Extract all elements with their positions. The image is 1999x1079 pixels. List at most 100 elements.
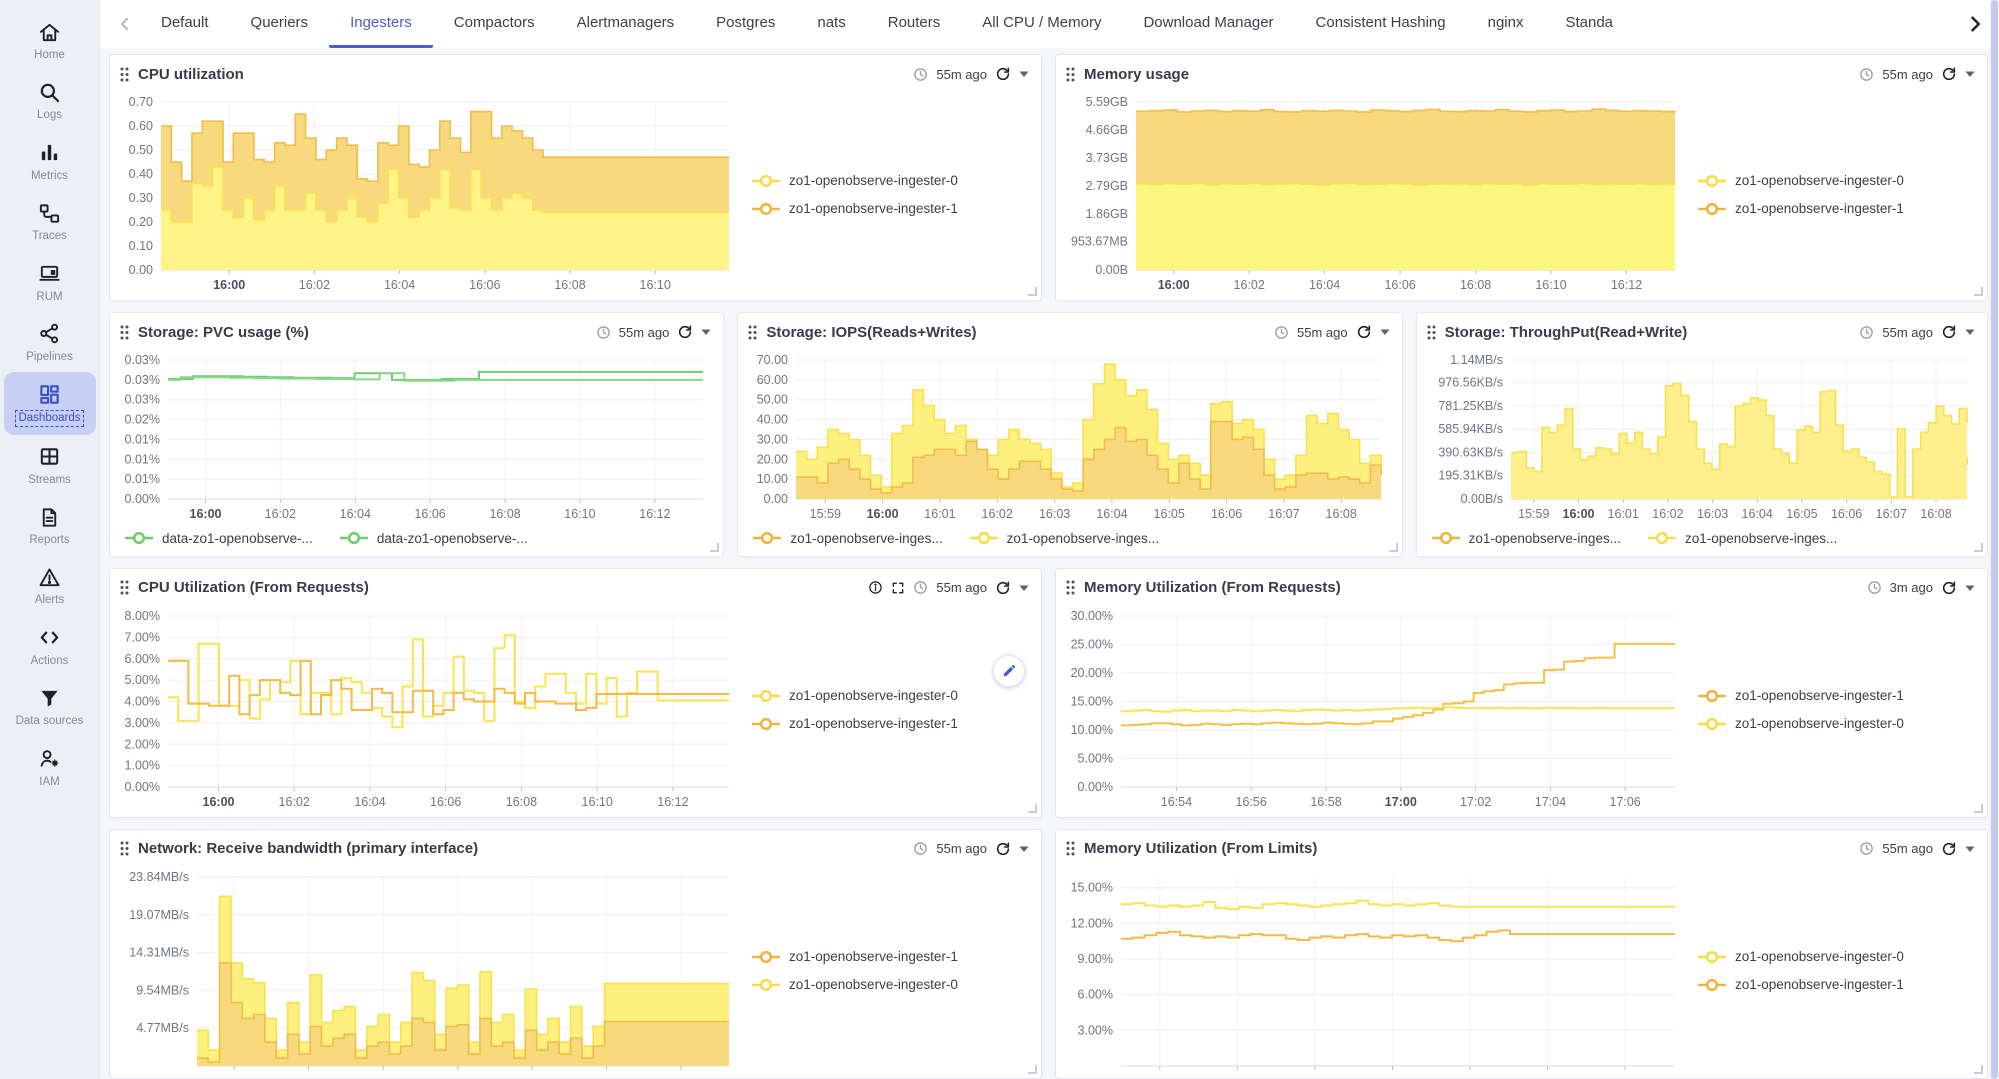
time-ago-label[interactable]: 55m ago <box>1882 67 1933 82</box>
tab-postgres[interactable]: Postgres <box>695 0 796 48</box>
storage-throughput-chart[interactable]: 15:5916:0016:0116:0216:0316:0416:0516:06… <box>1423 351 1979 551</box>
sidebar-item-traces[interactable]: Traces <box>4 191 96 251</box>
sidebar-item-data-sources[interactable]: Data sources <box>4 676 96 736</box>
tab-download-manager[interactable]: Download Manager <box>1122 0 1294 48</box>
sidebar-item-actions[interactable]: Actions <box>4 616 96 676</box>
tab-standa[interactable]: Standa <box>1544 0 1634 48</box>
sidebar-item-streams[interactable]: Streams <box>4 435 96 495</box>
legend-item[interactable]: zo1-openobserve-ingester-1 <box>751 949 1033 964</box>
network-receive-bandwidth-chart[interactable]: 23.84MB/s19.07MB/s14.31MB/s9.54MB/s4.77M… <box>116 868 1033 1074</box>
sidebar-item-alerts[interactable]: Alerts <box>4 555 96 615</box>
legend-item[interactable]: zo1-openobserve-inges... <box>1431 531 1621 546</box>
time-ago-label[interactable]: 55m ago <box>936 841 987 856</box>
legend-item[interactable]: zo1-openobserve-ingester-0 <box>751 688 1033 703</box>
svg-text:16:56: 16:56 <box>1236 795 1267 809</box>
sidebar-item-iam[interactable]: IAM <box>4 737 96 797</box>
sidebar-item-home[interactable]: Home <box>4 10 96 70</box>
legend-item[interactable]: data-zo1-openobserve-... <box>124 531 313 546</box>
time-ago-label[interactable]: 55m ago <box>936 580 987 595</box>
drag-handle-icon[interactable] <box>120 580 129 595</box>
time-ago-label[interactable]: 55m ago <box>1297 325 1348 340</box>
drag-handle-icon[interactable] <box>1427 325 1436 340</box>
legend-item[interactable]: zo1-openobserve-inges... <box>1647 531 1837 546</box>
memory-utilization-from-requests-chart[interactable]: 16:5416:5616:5817:0017:0217:0417:0630.00… <box>1062 607 1979 813</box>
memory-utilization-from-limits-chart[interactable]: 15.00%12.00%9.00%6.00%3.00%zo1-openobser… <box>1062 868 1979 1074</box>
svg-text:17:02: 17:02 <box>1460 795 1491 809</box>
sidebar-item-rum[interactable]: RUM <box>4 252 96 312</box>
time-ago-label[interactable]: 55m ago <box>1882 841 1933 856</box>
legend-item[interactable]: zo1-openobserve-inges... <box>969 531 1159 546</box>
svg-text:17:06: 17:06 <box>1609 795 1640 809</box>
storage-pvc-usage-chart[interactable]: 16:0016:0216:0416:0616:0816:1016:120.03%… <box>116 351 715 551</box>
tab-nats[interactable]: nats <box>796 0 866 48</box>
tab-compactors[interactable]: Compactors <box>433 0 556 48</box>
refresh-icon[interactable] <box>1941 324 1957 340</box>
cpu-utilization-chart[interactable]: 16:0016:0216:0416:0616:0816:100.700.600.… <box>116 93 1033 296</box>
refresh-icon[interactable] <box>677 324 693 340</box>
sidebar-item-logs[interactable]: Logs <box>4 70 96 130</box>
tab-ingesters[interactable]: Ingesters <box>329 0 433 48</box>
refresh-icon[interactable] <box>1941 580 1957 596</box>
fullscreen-icon[interactable] <box>891 581 905 595</box>
scrollbar-thumb[interactable] <box>1991 0 1998 1079</box>
drag-handle-icon[interactable] <box>120 325 129 340</box>
dropdown-caret-icon[interactable] <box>1965 70 1975 78</box>
tab-alertmanagers[interactable]: Alertmanagers <box>556 0 696 48</box>
info-icon[interactable] <box>868 580 883 595</box>
legend-item[interactable]: zo1-openobserve-inges... <box>752 531 942 546</box>
refresh-icon[interactable] <box>1941 841 1957 857</box>
refresh-icon[interactable] <box>1356 324 1372 340</box>
time-ago-label[interactable]: 55m ago <box>619 325 670 340</box>
memory-usage-chart[interactable]: 16:0016:0216:0416:0616:0816:1016:125.59G… <box>1062 93 1979 296</box>
dropdown-caret-icon[interactable] <box>1019 70 1029 78</box>
tab-nginx[interactable]: nginx <box>1467 0 1545 48</box>
svg-text:16:10: 16:10 <box>1535 278 1566 292</box>
tab-routers[interactable]: Routers <box>867 0 962 48</box>
tab-all-cpu-memory[interactable]: All CPU / Memory <box>961 0 1122 48</box>
legend-item[interactable]: zo1-openobserve-ingester-1 <box>751 201 1033 216</box>
sidebar-item-dashboards[interactable]: Dashboards <box>4 372 96 434</box>
dropdown-caret-icon[interactable] <box>1380 328 1390 336</box>
drag-handle-icon[interactable] <box>1066 67 1075 82</box>
legend-item[interactable]: zo1-openobserve-ingester-0 <box>751 977 1033 992</box>
drag-handle-icon[interactable] <box>120 67 129 82</box>
legend-item[interactable]: zo1-openobserve-ingester-1 <box>1697 688 1979 703</box>
edit-panel-button[interactable] <box>993 655 1025 687</box>
tab-queriers[interactable]: Queriers <box>230 0 330 48</box>
time-ago-label[interactable]: 55m ago <box>1882 325 1933 340</box>
panel-body: 15:5916:0016:0116:0216:0316:0416:0516:06… <box>1417 351 1987 555</box>
drag-handle-icon[interactable] <box>748 325 757 340</box>
refresh-icon[interactable] <box>995 66 1011 82</box>
dropdown-caret-icon[interactable] <box>1965 328 1975 336</box>
dropdown-caret-icon[interactable] <box>1965 584 1975 592</box>
legend-item[interactable]: zo1-openobserve-ingester-0 <box>1697 173 1979 188</box>
legend-item[interactable]: zo1-openobserve-ingester-0 <box>1697 716 1979 731</box>
refresh-icon[interactable] <box>995 841 1011 857</box>
tab-default[interactable]: Default <box>140 0 230 48</box>
legend-item[interactable]: zo1-openobserve-ingester-0 <box>1697 949 1979 964</box>
legend-item[interactable]: zo1-openobserve-ingester-1 <box>751 716 1033 731</box>
refresh-icon[interactable] <box>995 580 1011 596</box>
drag-handle-icon[interactable] <box>1066 841 1075 856</box>
dropdown-caret-icon[interactable] <box>1019 845 1029 853</box>
sidebar-item-pipelines[interactable]: Pipelines <box>4 312 96 372</box>
refresh-icon[interactable] <box>1941 66 1957 82</box>
sidebar-item-metrics[interactable]: Metrics <box>4 131 96 191</box>
storage-iops-chart[interactable]: 15:5916:0016:0116:0216:0316:0416:0516:06… <box>744 351 1393 551</box>
legend-item[interactable]: zo1-openobserve-ingester-1 <box>1697 977 1979 992</box>
dropdown-caret-icon[interactable] <box>1019 584 1029 592</box>
cpu-utilization-from-requests-chart[interactable]: 16:0016:0216:0416:0616:0816:1016:128.00%… <box>116 607 1033 813</box>
drag-handle-icon[interactable] <box>1066 580 1075 595</box>
dropdown-caret-icon[interactable] <box>701 328 711 336</box>
dropdown-caret-icon[interactable] <box>1965 845 1975 853</box>
tabs-scroll-right-button[interactable] <box>1959 14 1991 34</box>
tabs-scroll-left-button[interactable] <box>110 15 140 33</box>
time-ago-label[interactable]: 55m ago <box>936 67 987 82</box>
legend-item[interactable]: zo1-openobserve-ingester-1 <box>1697 201 1979 216</box>
legend-item[interactable]: data-zo1-openobserve-... <box>339 531 528 546</box>
sidebar-item-reports[interactable]: Reports <box>4 495 96 555</box>
legend-item[interactable]: zo1-openobserve-ingester-0 <box>751 173 1033 188</box>
tab-consistent-hashing[interactable]: Consistent Hashing <box>1295 0 1467 48</box>
drag-handle-icon[interactable] <box>120 841 129 856</box>
time-ago-label[interactable]: 3m ago <box>1890 580 1933 595</box>
